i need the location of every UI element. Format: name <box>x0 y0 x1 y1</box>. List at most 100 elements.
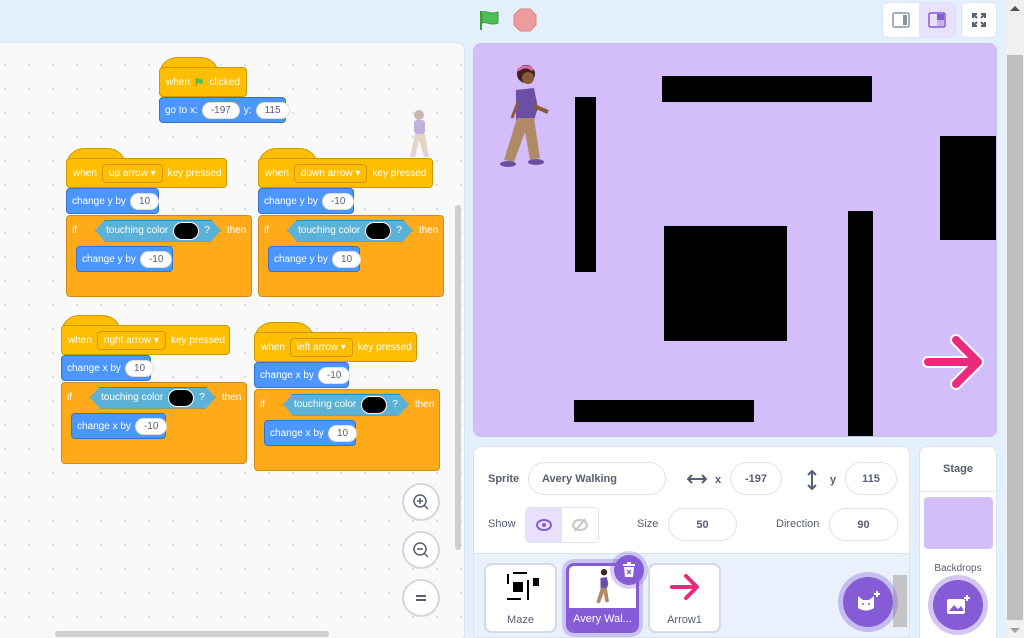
reset-zoom-button[interactable] <box>402 579 440 617</box>
small-stage-icon <box>892 12 910 28</box>
value-input[interactable]: 10 <box>129 192 160 210</box>
show-hidden-button[interactable] <box>562 508 598 542</box>
y-value: 115 <box>862 472 880 485</box>
when-key-pressed-block[interactable]: when right arrow ▾ key pressed <box>61 325 230 355</box>
block-label: ? <box>396 225 402 236</box>
block-label: change y by <box>72 195 126 207</box>
if-label: if <box>72 225 77 236</box>
zoom-in-button[interactable] <box>402 483 440 521</box>
normal-stage-button[interactable] <box>919 3 955 37</box>
trash-icon <box>623 562 635 577</box>
scroll-down-arrow-icon[interactable] <box>1010 628 1020 633</box>
fullscreen-button[interactable] <box>961 2 997 38</box>
when-key-pressed-block[interactable]: when left arrow ▾ key pressed <box>254 332 417 362</box>
change-y-block[interactable]: change y by 10 <box>268 246 362 272</box>
key-dropdown[interactable]: right arrow ▾ <box>96 330 166 350</box>
change-x-block[interactable]: change x by 10 <box>264 420 358 446</box>
value-input[interactable]: 10 <box>331 250 362 268</box>
green-flag-icon <box>480 11 499 30</box>
touching-color-block[interactable]: touching color ? <box>287 220 413 242</box>
zoom-out-button[interactable] <box>402 531 440 569</box>
direction-input[interactable]: 90 <box>829 508 898 541</box>
scroll-up-arrow-icon[interactable] <box>1010 6 1020 11</box>
stage-canvas[interactable] <box>473 43 997 437</box>
when-flag-clicked-block[interactable]: when clicked <box>159 67 247 97</box>
value-input[interactable]: -10 <box>134 417 168 435</box>
reset-zoom-icon <box>416 595 426 601</box>
change-x-block[interactable]: change x by -10 <box>254 362 351 388</box>
block-label: change y by <box>82 253 136 265</box>
maze-thumbnail-icon <box>506 572 539 600</box>
stop-button[interactable] <box>513 8 537 32</box>
change-y-block[interactable]: change y by -10 <box>258 188 355 214</box>
size-input[interactable]: 50 <box>668 508 737 541</box>
change-y-block[interactable]: change y by -10 <box>76 246 173 272</box>
go-to-xy-block[interactable]: go to x: -197 y: 115 <box>159 97 290 123</box>
current-sprite-indicator <box>404 107 434 167</box>
change-x-block[interactable]: change x by -10 <box>71 413 168 439</box>
top-toolbar <box>0 0 1006 42</box>
small-stage-button[interactable] <box>883 3 919 37</box>
arrow1-sprite[interactable] <box>922 334 986 390</box>
sprite-tile-maze[interactable]: Maze <box>484 563 557 633</box>
key-dropdown[interactable]: left arrow ▾ <box>289 337 353 357</box>
change-x-block[interactable]: change x by 10 <box>61 355 155 381</box>
then-label: then <box>226 225 247 236</box>
block-label: change x by <box>67 362 121 374</box>
zoom-in-icon <box>413 494 429 510</box>
block-label: change y by <box>264 195 318 207</box>
vertical-arrows-icon <box>807 470 817 490</box>
delete-sprite-button[interactable] <box>614 555 644 585</box>
size-label: Size <box>637 518 659 530</box>
color-picker[interactable] <box>361 396 387 414</box>
sprite-name-value: Avery Walking <box>542 472 617 485</box>
sprite-name-input[interactable]: Avery Walking <box>528 462 666 495</box>
stage-thumbnail[interactable] <box>924 497 993 549</box>
avery-walking-thumbnail-icon <box>595 569 609 604</box>
key-dropdown[interactable]: up arrow ▾ <box>101 163 163 183</box>
then-label: then <box>221 392 242 403</box>
when-key-pressed-block[interactable]: when up arrow ▾ key pressed <box>66 158 227 188</box>
add-sprite-button[interactable] <box>843 577 893 627</box>
change-y-block[interactable]: change y by 10 <box>66 188 160 214</box>
block-label: ? <box>392 399 398 410</box>
eye-hidden-icon <box>572 518 588 532</box>
dropdown-value: left arrow <box>296 341 339 353</box>
touching-color-block[interactable]: touching color ? <box>95 220 221 242</box>
value-input[interactable]: -10 <box>321 192 355 210</box>
block-label: clicked <box>209 76 240 88</box>
touching-color-block[interactable]: touching color ? <box>90 387 216 409</box>
sprite-tile-arrow1[interactable]: Arrow1 <box>648 563 721 633</box>
avery-walking-sprite[interactable] <box>492 62 554 170</box>
direction-value: 90 <box>857 518 870 531</box>
block-label: when <box>261 341 285 353</box>
y-input[interactable]: 115 <box>845 462 897 495</box>
code-workspace[interactable]: when clicked go to x: -197 y: 115 when u… <box>0 42 465 638</box>
color-picker[interactable] <box>365 222 391 240</box>
add-backdrop-button[interactable] <box>933 580 983 630</box>
code-horizontal-scrollbar[interactable] <box>55 631 329 637</box>
green-flag-button[interactable] <box>478 8 502 32</box>
block-label: when <box>73 167 97 179</box>
code-vertical-scrollbar[interactable] <box>455 205 461 550</box>
value-input[interactable]: 10 <box>327 424 358 442</box>
page-scrollbar-thumb[interactable] <box>1007 55 1023 620</box>
if-label: if <box>260 399 265 410</box>
x-input[interactable]: -197 <box>730 462 782 495</box>
show-visible-button[interactable] <box>526 508 562 542</box>
value-input[interactable]: 10 <box>124 359 155 377</box>
zoom-out-icon <box>413 542 429 558</box>
key-dropdown[interactable]: down arrow ▾ <box>293 163 368 183</box>
sprite-list-scrollbar[interactable] <box>893 575 907 627</box>
avery-walking-sprite-icon <box>410 110 429 157</box>
color-picker[interactable] <box>173 222 199 240</box>
color-picker[interactable] <box>168 389 194 407</box>
touching-color-block[interactable]: touching color ? <box>283 394 409 416</box>
value-input[interactable]: -10 <box>139 250 173 268</box>
cat-add-icon <box>858 591 880 611</box>
x-input[interactable]: -197 <box>201 101 240 119</box>
y-input[interactable]: 115 <box>255 101 290 119</box>
if-label: if <box>264 225 269 236</box>
block-label: key pressed <box>357 341 412 353</box>
value-input[interactable]: -10 <box>317 366 351 384</box>
